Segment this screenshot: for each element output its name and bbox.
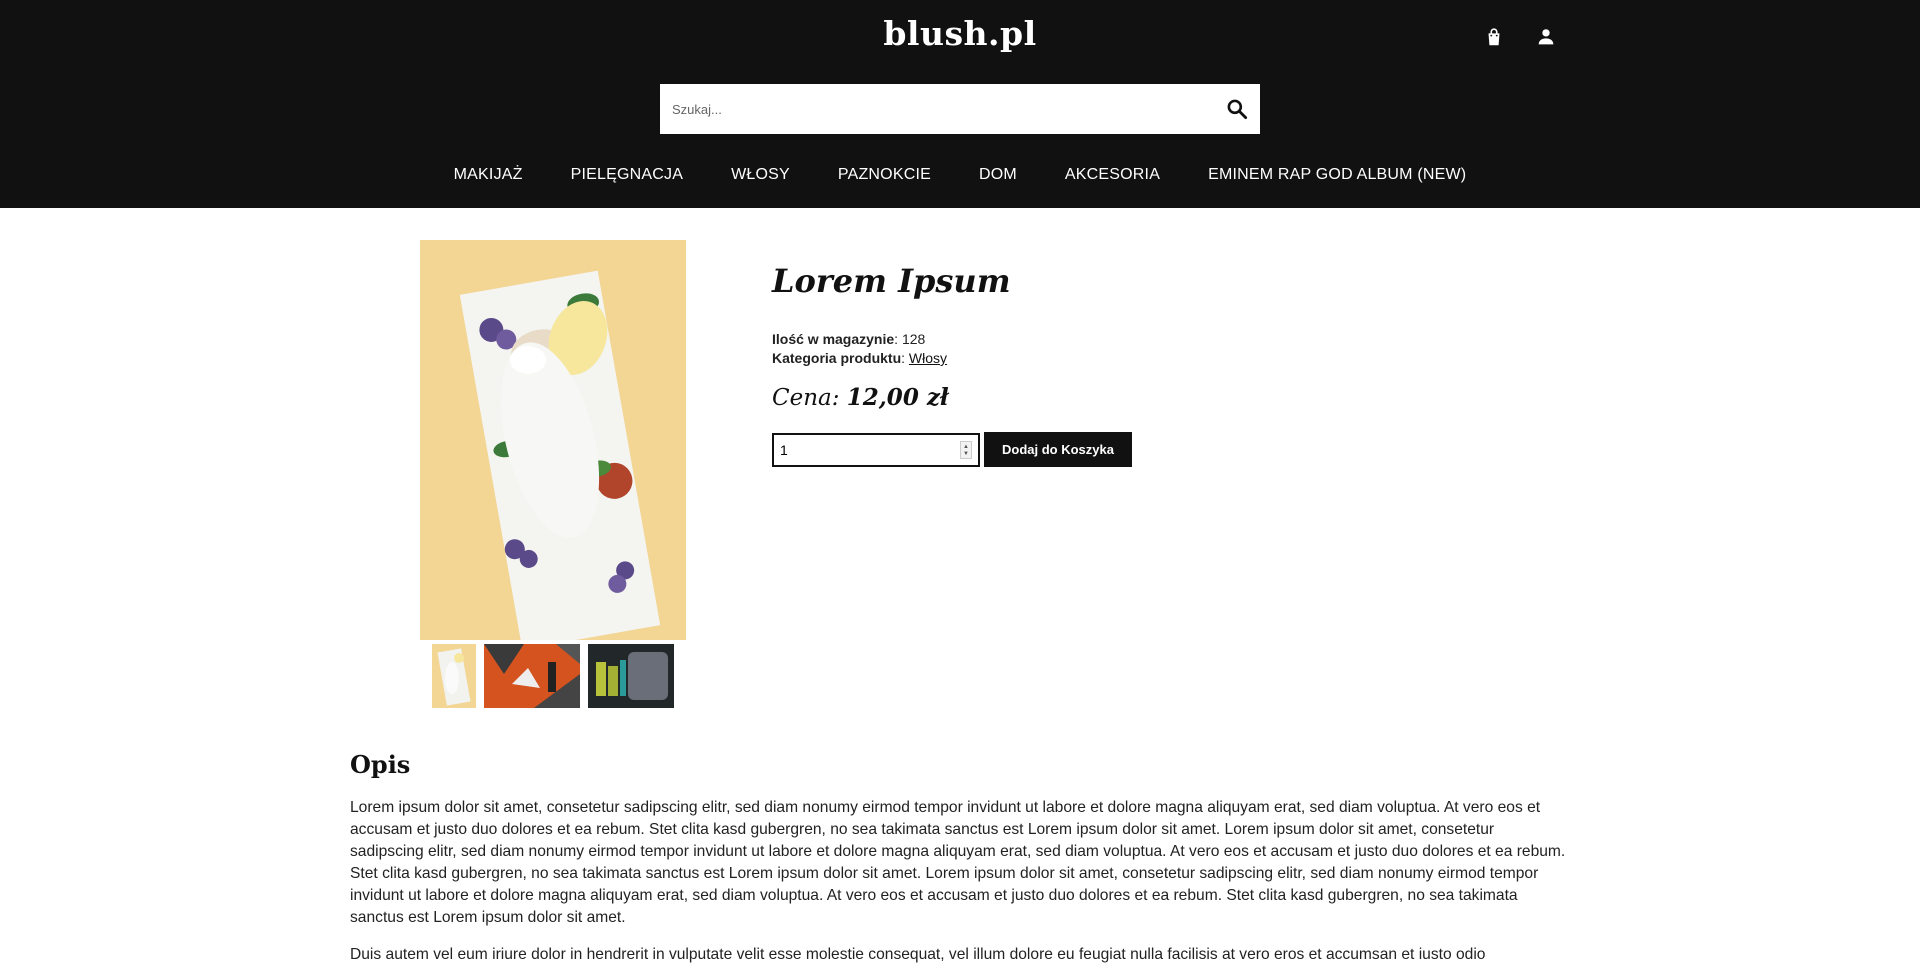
category-link[interactable]: Włosy (909, 350, 947, 366)
description-paragraph: Duis autem vel eum iriure dolor in hendr… (350, 946, 1486, 963)
nav-item-eminem-album[interactable]: EMINEM RAP GOD ALBUM (NEW) (1208, 166, 1466, 184)
product-thumbnail-3[interactable] (588, 644, 674, 708)
product-title: Lorem Ipsum (772, 262, 1011, 300)
category-label: Kategoria produktu (772, 350, 902, 366)
nav-item-dom[interactable]: DOM (979, 166, 1017, 184)
quantity-input[interactable] (774, 435, 954, 465)
nav-item-pielegnacja[interactable]: PIELĘGNACJA (571, 166, 683, 184)
price-label: Cena: (772, 385, 840, 411)
stock-label: Ilość w magazynie (772, 331, 895, 347)
quantity-stepper: ▲ ▼ (772, 433, 980, 467)
search-icon[interactable] (1224, 96, 1250, 122)
category-row: Kategoria produktu: Włosy (772, 350, 948, 366)
product-price: Cena: 12,00 zł (772, 384, 949, 411)
shopping-bag-icon[interactable] (1483, 26, 1505, 48)
product-main-image[interactable] (420, 240, 686, 640)
quantity-spinner[interactable]: ▲ ▼ (960, 441, 972, 459)
main-nav: MAKIJAŻ PIELĘGNACJA WŁOSY PAZNOKCIE DOM … (0, 166, 1920, 184)
nav-item-paznokcie[interactable]: PAZNOKCIE (838, 166, 931, 184)
description-paragraph: Lorem ipsum dolor sit amet, consetetur s… (350, 799, 1566, 926)
nav-item-wlosy[interactable]: WŁOSY (731, 166, 790, 184)
product-thumbnail-1[interactable] (432, 644, 476, 708)
product-meta: Ilość w magazynie: 128 Kategoria produkt… (772, 330, 947, 368)
search-input[interactable] (660, 84, 1210, 134)
search-bar (660, 84, 1260, 134)
stock-row: Ilość w magazynie: 128 (772, 331, 926, 347)
spin-up-icon[interactable]: ▲ (963, 444, 969, 450)
price-value: 12,00 zł (846, 384, 949, 411)
nav-item-akcesoria[interactable]: AKCESORIA (1065, 166, 1160, 184)
description-heading: Opis (350, 750, 411, 779)
site-logo[interactable]: blush.pl (0, 14, 1920, 53)
person-icon[interactable] (1535, 26, 1557, 48)
stock-value: 128 (901, 331, 926, 347)
add-to-cart-button[interactable]: Dodaj do Koszyka (984, 432, 1132, 467)
product-thumbnail-2[interactable] (484, 644, 580, 708)
site-header: blush.pl MAKIJAŻ PIELĘGNACJA WŁOSY PAZNO… (0, 0, 1920, 208)
nav-item-makijaz[interactable]: MAKIJAŻ (454, 166, 523, 184)
spin-down-icon[interactable]: ▼ (963, 451, 969, 457)
